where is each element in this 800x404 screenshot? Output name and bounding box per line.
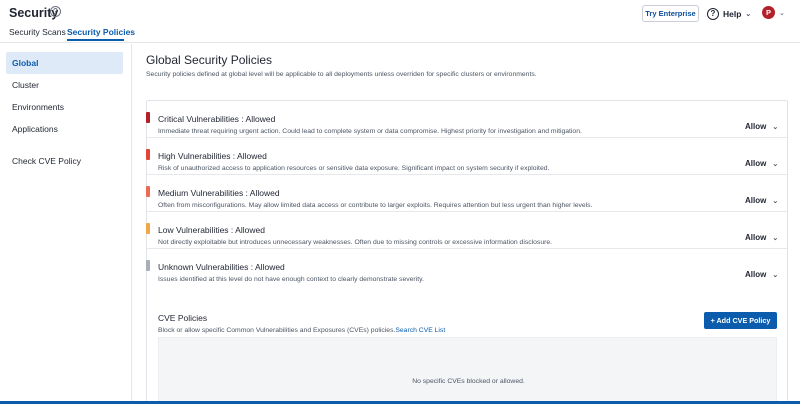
policy-description: Immediate threat requiring urgent action… — [158, 128, 582, 135]
policy-title: Medium Vulnerabilities : Allowed — [158, 188, 280, 198]
add-cve-policy-button[interactable]: + Add CVE Policy — [704, 312, 777, 329]
active-tab-indicator — [67, 39, 124, 41]
chevron-down-icon: ⌄ — [772, 160, 779, 168]
chevron-down-icon: ⌄ — [745, 11, 752, 18]
section-title: Global Security Policies — [146, 53, 273, 67]
chevron-down-icon: ⌄ — [772, 197, 779, 205]
severity-indicator — [146, 260, 150, 271]
help-label: Help — [723, 9, 742, 19]
severity-indicator — [146, 149, 150, 160]
tab-security-policies[interactable]: Security Policies — [67, 27, 135, 37]
section-description: Security policies defined at global leve… — [146, 71, 537, 78]
empty-state-text: No specific CVEs blocked or allowed. — [412, 378, 525, 385]
policy-select[interactable]: Allow ⌄ — [745, 270, 778, 279]
policy-title: Low Vulnerabilities : Allowed — [158, 225, 265, 235]
policy-select-value: Allow — [745, 122, 767, 131]
policy-select[interactable]: Allow ⌄ — [745, 159, 778, 168]
sidebar-item-applications[interactable]: Applications — [6, 118, 123, 140]
policy-select-value: Allow — [745, 270, 767, 279]
policy-description: Risk of unauthorized access to applicati… — [158, 165, 550, 172]
policy-description: Issues identified at this level do not h… — [158, 276, 424, 283]
severity-indicator — [146, 223, 150, 234]
policy-row-high: High Vulnerabilities : Allowed Risk of u… — [146, 138, 787, 175]
sidebar-item-check-cve-policy[interactable]: Check CVE Policy — [6, 150, 123, 172]
chevron-down-icon: ⌄ — [779, 9, 785, 17]
policy-row-unknown: Unknown Vulnerabilities : Allowed Issues… — [146, 249, 787, 286]
cve-policies-description: Block or allow specific Common Vulnerabi… — [158, 327, 445, 334]
chevron-down-icon: ⌄ — [772, 234, 779, 242]
cve-description-text: Block or allow specific Common Vulnerabi… — [158, 327, 396, 334]
policy-title: High Vulnerabilities : Allowed — [158, 151, 267, 161]
sidebar-item-environments[interactable]: Environments — [6, 96, 123, 118]
chevron-down-icon: ⌄ — [772, 123, 779, 131]
policy-select[interactable]: Allow ⌄ — [745, 233, 778, 242]
policy-row-critical: Critical Vulnerabilities : Allowed Immed… — [146, 101, 787, 138]
policy-panel: Critical Vulnerabilities : Allowed Immed… — [146, 100, 788, 404]
policy-row-low: Low Vulnerabilities : Allowed Not direct… — [146, 212, 787, 249]
policy-description: Often from misconfigurations. May allow … — [158, 202, 593, 209]
severity-indicator — [146, 186, 150, 197]
help-menu-button[interactable]: ? Help ⌄ — [707, 6, 751, 22]
policy-description: Not directly exploitable but introduces … — [158, 239, 553, 246]
avatar: P — [762, 6, 775, 19]
top-header: Security ? Security Scans Security Polic… — [0, 0, 800, 43]
sidebar: Global Cluster Environments Applications… — [0, 44, 132, 404]
policy-select-value: Allow — [745, 196, 767, 205]
chevron-down-icon: ⌄ — [772, 271, 779, 279]
severity-indicator — [146, 112, 150, 123]
info-icon[interactable]: ? — [50, 6, 61, 17]
policy-title: Critical Vulnerabilities : Allowed — [158, 114, 276, 124]
help-icon: ? — [707, 8, 719, 20]
policy-title: Unknown Vulnerabilities : Allowed — [158, 262, 285, 272]
policy-select[interactable]: Allow ⌄ — [745, 196, 778, 205]
search-cve-list-link[interactable]: Search CVE List — [395, 327, 445, 334]
policy-row-medium: Medium Vulnerabilities : Allowed Often f… — [146, 175, 787, 212]
policy-select-value: Allow — [745, 159, 767, 168]
policy-select-value: Allow — [745, 233, 767, 242]
cve-empty-state: No specific CVEs blocked or allowed. — [158, 337, 777, 404]
cve-policies-title: CVE Policies — [158, 313, 208, 323]
tab-security-scans[interactable]: Security Scans — [9, 27, 66, 37]
try-enterprise-button[interactable]: Try Enterprise — [642, 5, 699, 22]
user-menu-button[interactable]: P ⌄ — [762, 6, 785, 19]
sidebar-item-global[interactable]: Global — [6, 52, 123, 74]
policy-select[interactable]: Allow ⌄ — [745, 122, 778, 131]
sidebar-item-cluster[interactable]: Cluster — [6, 74, 123, 96]
